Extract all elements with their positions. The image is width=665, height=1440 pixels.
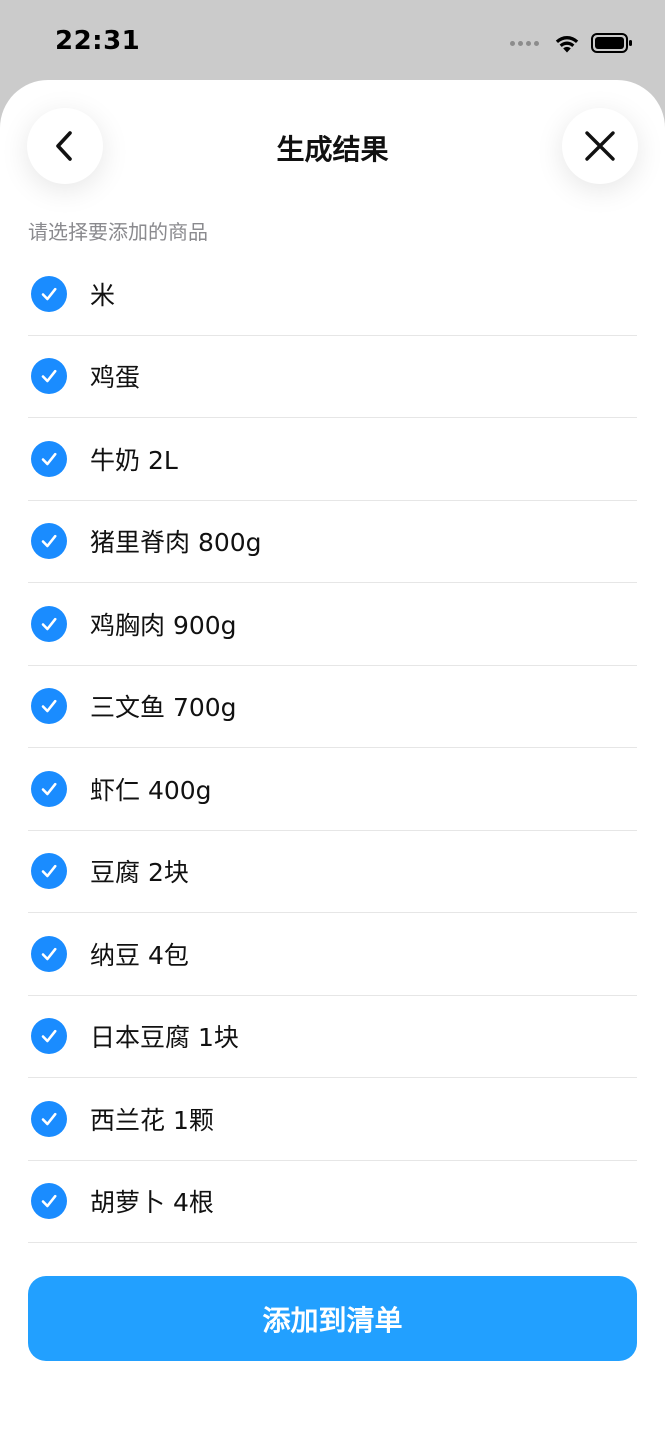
list-item[interactable]: 猪里脊肉 800g bbox=[28, 501, 637, 583]
checkmark-icon[interactable] bbox=[31, 688, 67, 725]
item-label: 牛奶 2L bbox=[90, 445, 178, 475]
list-item[interactable]: 三文鱼 700g bbox=[28, 666, 637, 748]
item-label: 西兰花 1颗 bbox=[90, 1105, 214, 1135]
instruction-text: 请选择要添加的商品 bbox=[28, 220, 208, 244]
results-sheet: 生成结果 请选择要添加的商品 米 鸡蛋 牛奶 2L 猪里脊肉 800g 鸡胸肉 … bbox=[0, 80, 665, 1440]
list-item[interactable]: 胡萝卜 4根 bbox=[28, 1161, 637, 1243]
product-list: 米 鸡蛋 牛奶 2L 猪里脊肉 800g 鸡胸肉 900g 三文鱼 700g 虾… bbox=[28, 253, 637, 1243]
list-item[interactable]: 西兰花 1颗 bbox=[28, 1078, 637, 1161]
status-icons bbox=[510, 30, 633, 56]
checkmark-icon[interactable] bbox=[31, 1018, 67, 1055]
checkmark-icon[interactable] bbox=[31, 358, 67, 395]
list-item[interactable]: 虾仁 400g bbox=[28, 748, 637, 831]
item-label: 胡萝卜 4根 bbox=[90, 1188, 214, 1218]
status-bar: 22:31 bbox=[0, 0, 665, 82]
add-to-list-button[interactable]: 添加到清单 bbox=[28, 1276, 637, 1361]
item-label: 豆腐 2块 bbox=[90, 858, 189, 888]
item-label: 日本豆腐 1块 bbox=[90, 1023, 239, 1053]
checkmark-icon[interactable] bbox=[31, 1183, 67, 1220]
checkmark-icon[interactable] bbox=[31, 275, 67, 312]
close-button[interactable] bbox=[562, 108, 638, 184]
battery-icon bbox=[591, 33, 632, 53]
item-label: 鸡胸肉 900g bbox=[90, 610, 237, 640]
close-icon bbox=[585, 131, 615, 161]
checkmark-icon[interactable] bbox=[31, 935, 67, 972]
checkmark-icon[interactable] bbox=[31, 605, 67, 642]
checkmark-icon[interactable] bbox=[31, 523, 67, 560]
sheet-header: 生成结果 bbox=[0, 80, 665, 210]
list-item[interactable]: 牛奶 2L bbox=[28, 418, 637, 501]
list-item[interactable]: 鸡胸肉 900g bbox=[28, 583, 637, 666]
list-item[interactable]: 豆腐 2块 bbox=[28, 831, 637, 913]
checkmark-icon[interactable] bbox=[31, 440, 67, 477]
checkmark-icon[interactable] bbox=[31, 770, 67, 807]
list-item[interactable]: 纳豆 4包 bbox=[28, 913, 637, 996]
cellular-signal-icon bbox=[510, 40, 539, 46]
list-item[interactable]: 鸡蛋 bbox=[28, 336, 637, 418]
item-label: 鸡蛋 bbox=[90, 363, 141, 393]
item-label: 三文鱼 700g bbox=[90, 693, 237, 723]
list-item[interactable]: 日本豆腐 1块 bbox=[28, 996, 637, 1078]
wifi-icon bbox=[555, 36, 579, 53]
item-label: 纳豆 4包 bbox=[90, 940, 189, 970]
checkmark-icon[interactable] bbox=[31, 1100, 67, 1137]
checkmark-icon[interactable] bbox=[31, 853, 67, 890]
item-label: 猪里脊肉 800g bbox=[90, 528, 262, 558]
status-time: 22:31 bbox=[55, 26, 141, 56]
item-label: 米 bbox=[90, 280, 116, 310]
list-item[interactable]: 米 bbox=[28, 253, 637, 336]
item-label: 虾仁 400g bbox=[90, 775, 212, 805]
